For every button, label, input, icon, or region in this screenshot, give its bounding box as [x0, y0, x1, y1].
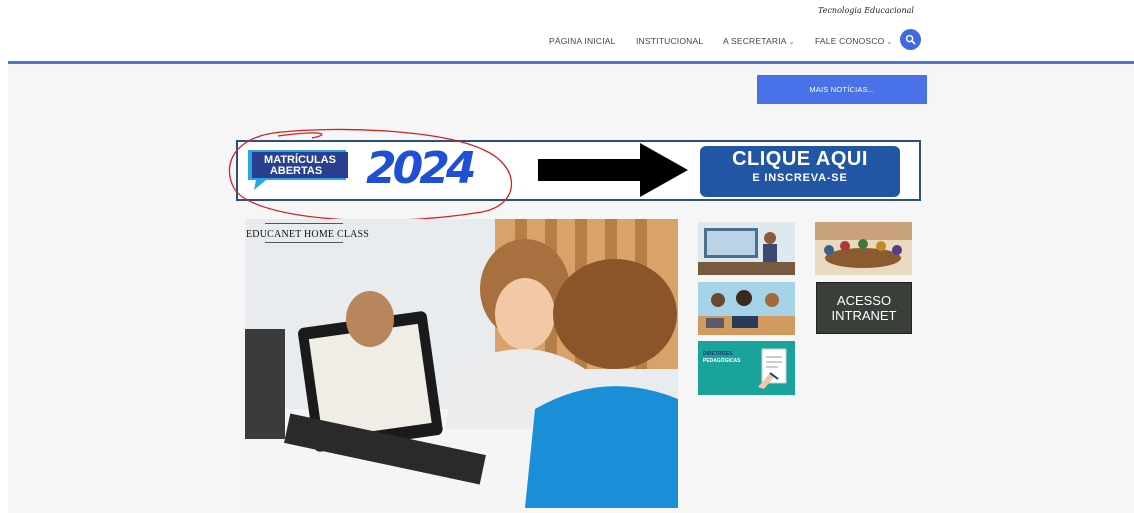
enroll-cta-button[interactable]: CLIQUE AQUI E INSCREVA-SE [700, 146, 900, 197]
intranet-line2: INTRANET [831, 308, 897, 323]
feature-caption: EDUCANET HOME CLASS [246, 229, 370, 240]
arrow-right-icon [538, 143, 688, 197]
site-logo-tagline[interactable]: Tecnologia Educacional [818, 6, 914, 15]
diretrizes-line2: PEDAGÓGICAS [703, 358, 741, 364]
search-icon [905, 34, 916, 45]
nav-a-secretaria-label: A SECRETARIA [723, 36, 787, 46]
diretrizes-pedagogicas-tile[interactable]: DIRETRIZES PEDAGÓGICAS [698, 341, 795, 395]
caption-top-line [265, 223, 343, 224]
intranet-access-tile[interactable]: ACESSO INTRANET [816, 282, 912, 334]
red-circle-annotation [228, 128, 512, 222]
educanet-feature-image[interactable] [245, 219, 678, 508]
tile-classroom-teacher[interactable] [698, 222, 795, 275]
more-news-button[interactable]: MAIS NOTÍCIAS... [757, 75, 927, 104]
caption-bottom-line [265, 242, 343, 243]
search-button[interactable] [900, 29, 921, 50]
cta-line1: CLIQUE AQUI [732, 148, 868, 170]
document-signing-icon [758, 348, 787, 389]
nav-pagina-inicial[interactable]: PÁGINA INICIAL [549, 36, 616, 46]
cta-line2: E INSCREVA-SE [752, 172, 848, 184]
diretrizes-label: DIRETRIZES PEDAGÓGICAS [703, 351, 741, 365]
chevron-down-icon: ⌄ [788, 39, 795, 46]
nav-fale-conosco[interactable]: FALE CONOSCO ⌄ [815, 36, 893, 46]
tile-students-tablets[interactable] [698, 282, 795, 335]
tile-students-table[interactable] [815, 222, 912, 275]
site-header: Tecnologia Educacional PÁGINA INICIAL IN… [0, 0, 1134, 62]
diretrizes-line1: DIRETRIZES [703, 351, 733, 357]
nav-a-secretaria[interactable]: A SECRETARIA ⌄ [723, 36, 795, 46]
nav-institucional[interactable]: INSTITUCIONAL [636, 36, 703, 46]
nav-fale-conosco-label: FALE CONOSCO [815, 36, 885, 46]
intranet-line1: ACESSO [836, 293, 892, 308]
chevron-down-icon: ⌄ [886, 39, 893, 46]
